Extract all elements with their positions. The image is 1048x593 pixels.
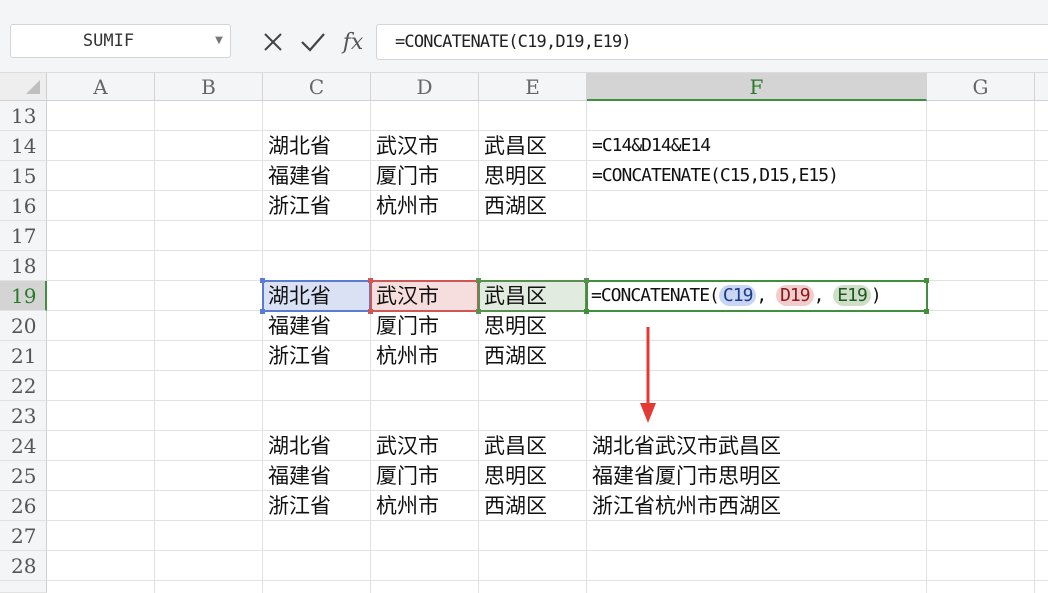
cell-d19[interactable]: 武汉市 <box>370 280 479 312</box>
row-header-18[interactable]: 18 <box>0 251 47 281</box>
down-arrow-icon <box>638 325 658 425</box>
row-header-16[interactable]: 16 <box>0 191 47 221</box>
column-header-d[interactable]: D <box>371 73 479 101</box>
formula-ref-e19: E19 <box>833 285 871 306</box>
row-header-27[interactable]: 27 <box>0 521 47 551</box>
formula-input[interactable] <box>377 25 1048 59</box>
row-header-15[interactable]: 15 <box>0 161 47 191</box>
cell-c24[interactable]: 湖北省 <box>263 431 370 461</box>
row-header-28[interactable]: 28 <box>0 551 47 581</box>
formula-input-box[interactable] <box>376 24 1048 60</box>
row-header-19[interactable]: 19 <box>0 281 47 311</box>
cell-d16[interactable]: 杭州市 <box>371 191 478 221</box>
row-header-13[interactable]: 13 <box>0 101 47 131</box>
formula-separator: , <box>756 285 767 306</box>
row-header-26[interactable]: 26 <box>0 491 47 521</box>
cell-e25[interactable]: 思明区 <box>479 461 586 491</box>
name-box-value[interactable]: SUMIF <box>11 25 206 57</box>
ref-handle[interactable] <box>476 278 481 283</box>
cell-d24[interactable]: 武汉市 <box>371 431 478 461</box>
cell-e24[interactable]: 武昌区 <box>479 431 586 461</box>
ref-handle[interactable] <box>924 278 929 283</box>
cell-d26[interactable]: 杭州市 <box>371 491 478 521</box>
formula-separator: , <box>813 285 825 306</box>
cell-c14[interactable]: 湖北省 <box>263 131 370 161</box>
ref-handle[interactable] <box>584 278 589 283</box>
close-icon[interactable] <box>258 27 288 57</box>
cell-d21[interactable]: 杭州市 <box>371 341 478 371</box>
cell-c19[interactable]: 湖北省 <box>262 280 371 312</box>
row-header-24[interactable]: 24 <box>0 431 47 461</box>
cell-c25[interactable]: 福建省 <box>263 461 370 491</box>
cell-e15[interactable]: 思明区 <box>479 161 586 191</box>
cell-e21[interactable]: 西湖区 <box>479 341 586 371</box>
cell-f24[interactable]: 湖北省武汉市武昌区 <box>587 431 926 461</box>
fx-icon: fx <box>342 29 364 55</box>
cell-f26[interactable]: 浙江省杭州市西湖区 <box>587 491 926 521</box>
cell-c16[interactable]: 浙江省 <box>263 191 370 221</box>
select-all-corner[interactable] <box>0 73 47 101</box>
cell-e16[interactable]: 西湖区 <box>479 191 586 221</box>
grid-line <box>47 580 1048 581</box>
column-header-g[interactable]: G <box>927 73 1035 101</box>
cell-d15[interactable]: 厦门市 <box>371 161 478 191</box>
column-header-e[interactable]: E <box>479 73 587 101</box>
column-header-f[interactable]: F <box>587 73 927 101</box>
cell-e26[interactable]: 西湖区 <box>479 491 586 521</box>
row-header-22[interactable]: 22 <box>0 371 47 401</box>
cell-e14[interactable]: 武昌区 <box>479 131 586 161</box>
cell-c15[interactable]: 福建省 <box>263 161 370 191</box>
cell-c26[interactable]: 浙江省 <box>263 491 370 521</box>
cell-c21[interactable]: 浙江省 <box>263 341 370 371</box>
cell-d14[interactable]: 武汉市 <box>371 131 478 161</box>
cell-d20[interactable]: 厦门市 <box>371 311 478 341</box>
row-header-25[interactable]: 25 <box>0 461 47 491</box>
row-header-14[interactable]: 14 <box>0 131 47 161</box>
column-header-b[interactable]: B <box>155 73 263 101</box>
ref-handle[interactable] <box>260 278 265 283</box>
spreadsheet-grid[interactable]: A B C D E F G 13 14 15 16 17 18 19 20 21… <box>0 73 1048 593</box>
cell-e19[interactable]: 武昌区 <box>478 280 587 312</box>
insert-function-button[interactable]: fx <box>336 27 370 57</box>
cell-f15[interactable]: =CONCATENATE(C15,D15,E15) <box>587 161 926 191</box>
cell-e20[interactable]: 思明区 <box>479 311 586 341</box>
cell-f19-editing[interactable]: =CONCATENATE(C19, D19, E19) <box>586 280 928 312</box>
name-box[interactable]: SUMIF ▼ <box>10 24 231 58</box>
column-header-a[interactable]: A <box>47 73 155 101</box>
row-header-23[interactable]: 23 <box>0 401 47 431</box>
cell-f25[interactable]: 福建省厦门市思明区 <box>587 461 926 491</box>
fill-handle[interactable] <box>924 309 929 314</box>
formula-prefix: =CONCATENATE( <box>591 285 720 306</box>
column-header-c[interactable]: C <box>263 73 371 101</box>
checkmark-icon[interactable] <box>298 27 328 57</box>
row-header-29[interactable] <box>0 581 47 593</box>
cell-f14[interactable]: =C14&D14&E14 <box>587 131 926 161</box>
grid-line <box>47 250 1048 251</box>
grid-line <box>47 550 1048 551</box>
cell-d25[interactable]: 厦门市 <box>371 461 478 491</box>
formula-ref-d19: D19 <box>776 285 814 306</box>
grid-line <box>47 400 1048 401</box>
formula-ref-c19: C19 <box>718 285 757 306</box>
formula-bar: SUMIF ▼ fx <box>0 0 1048 73</box>
column-header-h[interactable] <box>1035 73 1048 101</box>
ref-handle[interactable] <box>368 278 373 283</box>
chevron-down-icon[interactable]: ▼ <box>212 25 226 57</box>
row-header-20[interactable]: 20 <box>0 311 47 341</box>
row-header-17[interactable]: 17 <box>0 221 47 251</box>
formula-suffix: ) <box>870 285 882 306</box>
row-header-21[interactable]: 21 <box>0 341 47 371</box>
cell-c20[interactable]: 福建省 <box>263 311 370 341</box>
